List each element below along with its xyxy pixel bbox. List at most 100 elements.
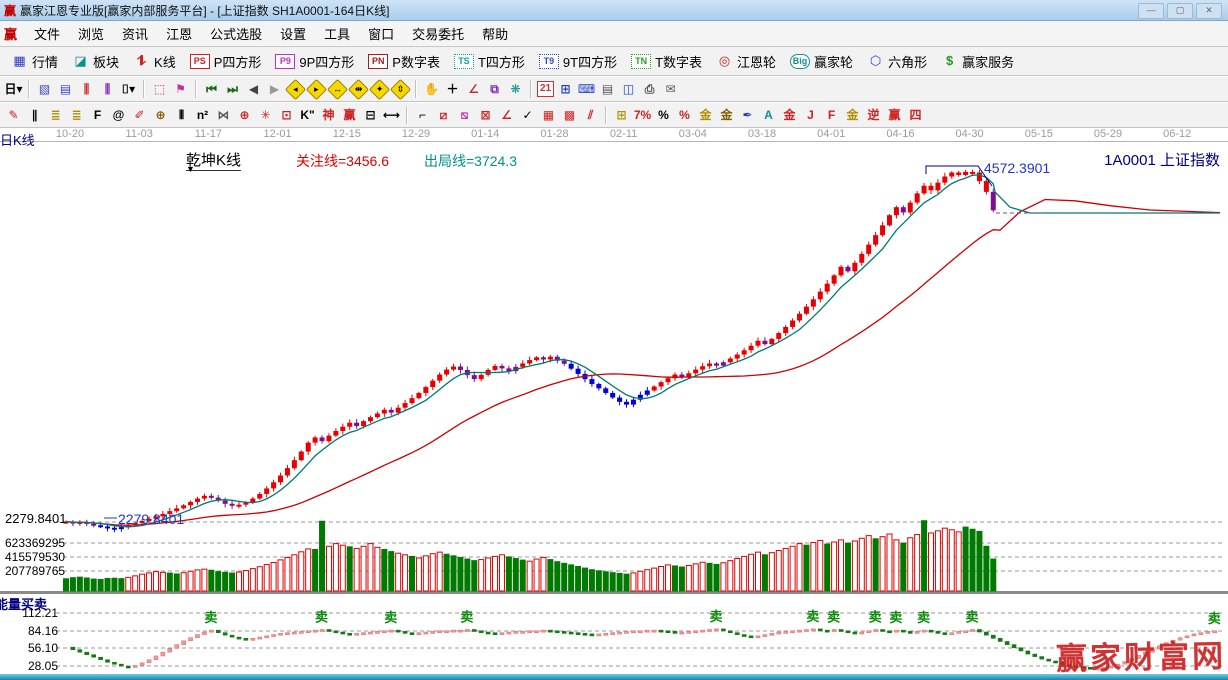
gold-line-icon[interactable]: 金 <box>717 106 736 124</box>
notes-icon[interactable]: ▤ <box>598 80 617 98</box>
ruler-123-icon[interactable]: ⊟ <box>361 106 380 124</box>
menu-item-1[interactable]: 浏览 <box>69 21 113 46</box>
export-icon[interactable]: ⎙ <box>640 80 659 98</box>
pen-tool-icon[interactable]: ✎ <box>4 106 23 124</box>
si-angle-icon[interactable]: 四 <box>906 106 925 124</box>
crosshair-icon[interactable]: ＋ <box>443 80 462 98</box>
bars-9-icon[interactable]: ⫼ <box>98 80 117 98</box>
corner-box-icon[interactable]: ⌐ <box>413 106 432 124</box>
grid-red2-icon[interactable]: ▩ <box>560 106 579 124</box>
menu-item-4[interactable]: 公式选股 <box>201 21 271 46</box>
fibo-f-icon[interactable]: F <box>88 106 107 124</box>
bars-3-icon[interactable]: ⫼ <box>77 80 96 98</box>
winner-service-button[interactable]: $ 赢家服务 <box>934 50 1021 73</box>
kline-button[interactable]: ⥮ K线 <box>126 50 183 73</box>
candle-style-dropdown[interactable]: ⌷▾ <box>119 80 138 98</box>
pan-hand-icon[interactable]: ✋ <box>422 80 441 98</box>
ying-tool-icon[interactable]: 赢 <box>340 106 359 124</box>
span-arrow-icon[interactable]: ⟷ <box>382 106 401 124</box>
gann-box-icon[interactable]: ⧉ <box>485 80 504 98</box>
spiral-icon[interactable]: @ <box>109 106 128 124</box>
quotes-button[interactable]: ▦ 行情 <box>4 50 65 73</box>
menu-item-7[interactable]: 窗口 <box>359 21 403 46</box>
color-filter-icon[interactable]: ⚑ <box>171 80 190 98</box>
menu-item-0[interactable]: 文件 <box>25 21 69 46</box>
expand-x-icon[interactable]: ↔ <box>326 78 349 100</box>
select-region-icon[interactable]: ⬚ <box>150 80 169 98</box>
crosshair-red-icon[interactable]: ⊕ <box>235 106 254 124</box>
zoom-in-icon[interactable]: ✦ <box>368 78 391 100</box>
gann-line-icon[interactable]: ∥ <box>25 106 44 124</box>
menu-item-9[interactable]: 帮助 <box>473 21 517 46</box>
shift-right-icon[interactable]: ▸ <box>305 78 328 100</box>
gann-grid-gold-icon[interactable]: ≣ <box>46 106 65 124</box>
next-icon[interactable]: ▶ <box>265 80 284 98</box>
p-square-button[interactable]: PS P四方形 <box>183 50 269 73</box>
grid-red-icon[interactable]: ▦ <box>539 106 558 124</box>
f-angle-icon[interactable]: F <box>822 106 841 124</box>
pct-line-icon[interactable]: % <box>675 106 694 124</box>
winner-wheel-button[interactable]: Big 赢家轮 <box>783 50 860 73</box>
menu-item-3[interactable]: 江恩 <box>157 21 201 46</box>
diag-lines-icon[interactable]: ⫽ <box>581 106 600 124</box>
skip-first-icon[interactable]: ⏮ <box>202 80 221 98</box>
maximize-button[interactable]: ▢ <box>1167 3 1193 19</box>
save-icon[interactable]: ◫ <box>619 80 638 98</box>
shift-left-icon[interactable]: ◂ <box>284 78 307 100</box>
web-icon[interactable]: ❋ <box>506 80 525 98</box>
pen-k-icon[interactable]: ✒ <box>738 106 757 124</box>
target-icon[interactable]: ✳ <box>256 106 275 124</box>
close-button[interactable]: ✕ <box>1196 3 1222 19</box>
calendar-icon[interactable]: 21 <box>537 81 554 97</box>
n2-icon[interactable]: n² <box>193 106 212 124</box>
j-angle-icon[interactable]: J <box>801 106 820 124</box>
box-x-icon[interactable]: ⊠ <box>476 106 495 124</box>
menu-item-5[interactable]: 设置 <box>271 21 315 46</box>
skip-last-icon[interactable]: ⏭ <box>223 80 242 98</box>
brush-icon[interactable]: ✐ <box>130 106 149 124</box>
prev-icon[interactable]: ◀ <box>244 80 263 98</box>
menu-item-8[interactable]: 交易委托 <box>403 21 473 46</box>
mirror-icon[interactable]: ⋈ <box>214 106 233 124</box>
chart-area[interactable]: 10-20 11-03 11-17 12-01 12-15 12-29 01-14 01-28… <box>0 128 1228 680</box>
wave-a-icon[interactable]: A <box>759 106 778 124</box>
fan-box-icon[interactable]: ⧅ <box>455 106 474 124</box>
gold-angle-icon[interactable]: 金 <box>843 106 862 124</box>
pct-icon[interactable]: % <box>654 106 673 124</box>
candlestick-canvas[interactable]: 卖卖卖卖卖卖卖卖卖卖卖卖 <box>0 128 1228 680</box>
gold-circle-icon[interactable]: 金 <box>696 106 715 124</box>
hexagon-button[interactable]: ⬡ 六角形 <box>860 50 934 73</box>
p9-square-button[interactable]: P9 9P四方形 <box>268 50 361 73</box>
shen-tool-icon[interactable]: 神 <box>319 106 338 124</box>
gold-red-icon[interactable]: 金 <box>780 106 799 124</box>
ratio-grid-icon[interactable]: ⊞ <box>612 106 631 124</box>
sectors-button[interactable]: ◪ 板块 <box>65 50 126 73</box>
bottom-scroll-strip[interactable] <box>0 674 1228 680</box>
angle-measure-icon[interactable]: ∠ <box>464 80 483 98</box>
zoom-area-icon[interactable]: ▧ <box>35 80 54 98</box>
pct7-icon[interactable]: 7% <box>633 106 652 124</box>
compress-x-icon[interactable]: ⇹ <box>347 78 370 100</box>
p-table-button[interactable]: PN P数字表 <box>361 50 447 73</box>
detail-list-icon[interactable]: ▤ <box>56 80 75 98</box>
ying-angle-icon[interactable]: 赢 <box>885 106 904 124</box>
t9-square-button[interactable]: T9 9T四方形 <box>532 50 624 73</box>
ni-angle-icon[interactable]: 逆 <box>864 106 883 124</box>
k2-icon[interactable]: K" <box>298 106 317 124</box>
minimize-button[interactable]: — <box>1138 3 1164 19</box>
menu-item-6[interactable]: 工具 <box>315 21 359 46</box>
title-bar[interactable]: 赢 赢家江恩专业版[赢家内部服务平台] - [上证指数 SH1A0001-164… <box>0 0 1228 21</box>
grid-dense-icon[interactable]: ⫴ <box>172 106 191 124</box>
angle-lines-icon[interactable]: ∠ <box>497 106 516 124</box>
compass-icon[interactable]: ⊕ <box>151 106 170 124</box>
zoom-out-icon[interactable]: ⇳ <box>389 78 412 100</box>
t-square-button[interactable]: TS T四方形 <box>447 50 532 73</box>
mail-icon[interactable]: ✉ <box>661 80 680 98</box>
calculator-icon[interactable]: ⊞ <box>556 80 575 98</box>
gann-grid-gold2-icon[interactable]: ≣ <box>67 106 86 124</box>
box-target-icon[interactable]: ⊡ <box>277 106 296 124</box>
menu-item-2[interactable]: 资讯 <box>113 21 157 46</box>
check-icon[interactable]: ✓ <box>518 106 537 124</box>
gann-wheel-button[interactable]: ◎ 江恩轮 <box>709 50 783 73</box>
period-day-dropdown[interactable]: 日▾ <box>4 80 23 98</box>
